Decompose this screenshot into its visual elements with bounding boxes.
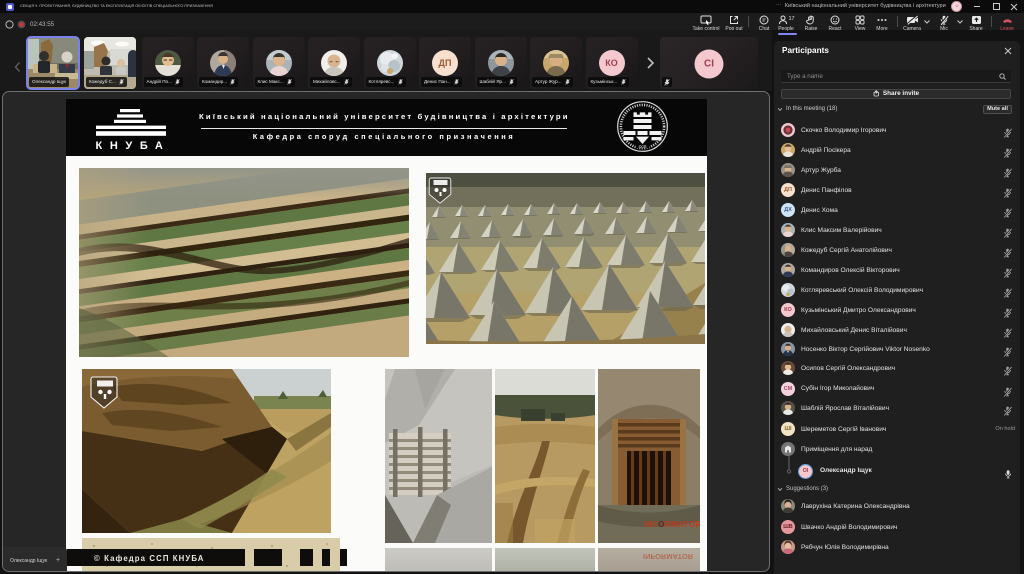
svg-text:INFORMATOR: INFORMATOR bbox=[644, 520, 700, 529]
svg-text:ССП: ССП bbox=[639, 145, 647, 149]
svg-text:КНУБА: КНУБА bbox=[96, 140, 169, 152]
